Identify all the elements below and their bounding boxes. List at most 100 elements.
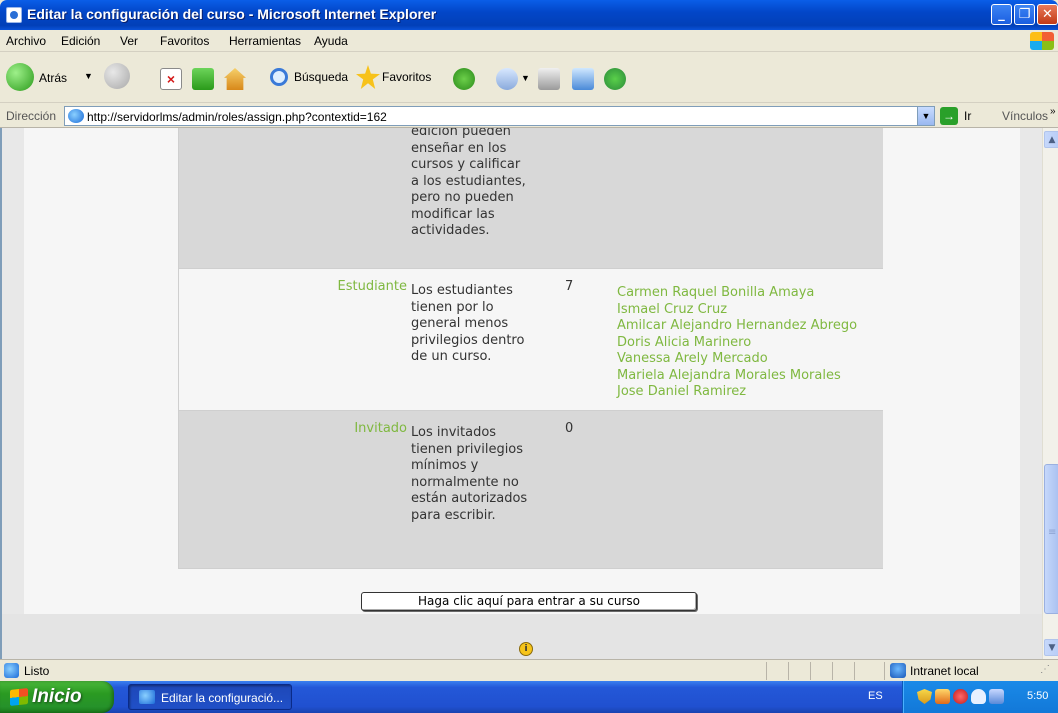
enter-course-button[interactable]: Haga clic aquí para entrar a su curso [361,592,697,611]
address-input[interactable]: http://servidorlms/admin/roles/assign.ph… [64,106,935,126]
taskbar: Inicio Editar la configuració... ES 5:50 [0,681,1058,713]
user-link[interactable]: Carmen Raquel Bonilla Amaya [617,285,857,302]
user-link[interactable]: Doris Alicia Marinero [617,335,857,352]
status-text: Listo [24,664,50,678]
page-icon [68,109,84,123]
edit-icon[interactable] [572,68,594,90]
user-link[interactable]: Ismael Cruz Cruz [617,302,857,319]
status-divider [766,662,767,680]
cloud-icon[interactable] [971,689,986,704]
system-tray: 5:50 [902,681,1058,713]
mail-icon[interactable] [496,68,518,90]
guest-count: 0 [565,421,574,436]
volume-icon[interactable] [989,689,1004,704]
ie-task-icon [139,690,155,704]
table-row-teacher: edición pueden enseñar en los cursos y c… [179,128,883,269]
scroll-thumb[interactable] [1044,464,1058,614]
address-bar: Dirección http://servidorlms/admin/roles… [0,104,1058,128]
go-label: Ir [964,109,972,123]
title-bar[interactable]: Editar la configuración del curso - Micr… [0,0,1058,30]
status-divider [788,662,789,680]
roles-table: edición pueden enseñar en los cursos y c… [178,128,883,569]
status-bar: Listo Intranet local ⋰ [0,659,1058,681]
taskbar-button-label: Editar la configuració... [161,691,284,705]
intranet-zone-icon [890,663,906,678]
favorites-star-icon [356,65,380,89]
page-content: edición pueden enseñar en los cursos y c… [24,128,1020,614]
close-button[interactable]: ✕ [1037,4,1058,25]
network-icon[interactable] [935,689,950,704]
forward-button[interactable] [104,63,132,91]
vertical-scrollbar[interactable]: ▲ ▼ [1042,128,1058,659]
address-dropdown-icon[interactable]: ▼ [917,107,934,125]
student-count: 7 [565,279,574,294]
user-link[interactable]: Mariela Alejandra Morales Morales [617,368,857,385]
menu-ayuda[interactable]: Ayuda [314,34,348,48]
window-title: Editar la configuración del curso - Micr… [27,6,437,22]
scroll-up-icon[interactable]: ▲ [1044,131,1058,148]
user-link[interactable]: Amilcar Alejandro Hernandez Abrego [617,318,857,335]
menu-herramientas[interactable]: Herramientas [229,34,301,48]
user-link[interactable]: Jose Daniel Ramirez [617,384,857,401]
messenger-icon[interactable] [604,68,626,90]
ie-window: Editar la configuración del curso - Micr… [0,0,1058,713]
menu-favoritos[interactable]: Favoritos [160,34,209,48]
back-arrow-icon [6,63,34,91]
forward-arrow-icon [104,63,130,89]
scroll-down-icon[interactable]: ▼ [1044,639,1058,656]
windows-flag-icon [10,688,28,706]
ie-window-icon[interactable] [6,7,22,23]
back-button[interactable]: Atrás ▼ [6,63,93,95]
table-row-guest: Invitado Los invitados tienen privilegio… [179,411,883,569]
status-divider [832,662,833,680]
minimize-button[interactable]: _ [991,4,1012,25]
status-divider [810,662,811,680]
links-label[interactable]: Vínculos [1002,109,1048,123]
address-url[interactable]: http://servidorlms/admin/roles/assign.ph… [87,110,387,124]
taskbar-button-ie[interactable]: Editar la configuració... [128,684,292,710]
stop-icon[interactable]: × [160,68,182,90]
start-label: Inicio [32,686,82,707]
address-label: Dirección [6,109,57,123]
ie-page-icon [4,663,19,678]
page-viewport: edición pueden enseñar en los cursos y c… [0,128,1058,659]
start-button[interactable]: Inicio [0,681,114,713]
clock[interactable]: 5:50 [1027,690,1048,702]
menu-ver[interactable]: Ver [120,34,138,48]
role-name-student[interactable]: Estudiante [338,279,408,294]
security-zone-text: Intranet local [910,664,979,678]
home-icon[interactable] [224,68,246,90]
role-name-guest[interactable]: Invitado [354,421,407,436]
language-indicator[interactable]: ES [868,690,883,702]
search-label: Búsqueda [294,70,349,84]
print-icon[interactable] [538,68,560,90]
menu-bar: Archivo Edición Ver Favoritos Herramient… [0,30,1058,52]
student-description: Los estudiantes tienen por lo general me… [411,283,525,364]
maximize-button[interactable]: ❐ [1014,4,1035,25]
security-shield-icon[interactable] [917,689,932,704]
teacher-description: edición pueden enseñar en los cursos y c… [411,128,526,238]
status-divider [854,662,855,680]
guest-description: Los invitados tienen privilegios mínimos… [411,425,528,523]
search-button[interactable]: Búsqueda [270,68,348,90]
student-user-list: Carmen Raquel Bonilla Amaya Ismael Cruz … [617,285,857,401]
menu-archivo[interactable]: Archivo [6,34,46,48]
help-icon[interactable]: i [519,642,533,656]
favorites-label: Favoritos [382,70,432,84]
history-icon[interactable] [453,68,475,90]
user-link[interactable]: Vanessa Arely Mercado [617,351,857,368]
favorites-button[interactable]: Favoritos [356,65,431,89]
standard-toolbar: Atrás ▼ × Búsqueda Favoritos ▼ [0,53,1058,103]
refresh-icon[interactable] [192,68,214,90]
links-chevron-icon[interactable]: » [1050,106,1056,117]
table-row-student: Estudiante Los estudiantes tienen por lo… [179,269,883,411]
status-divider [884,662,885,680]
antivirus-icon[interactable] [953,689,968,704]
windows-logo-icon [1030,32,1054,50]
menu-edicion[interactable]: Edición [61,34,100,48]
search-icon [270,68,288,86]
mail-dropdown-icon[interactable]: ▼ [521,73,530,83]
back-label: Atrás [39,71,68,85]
back-dropdown-icon[interactable]: ▼ [84,71,93,81]
resize-grip-icon[interactable]: ⋰ [1040,664,1050,675]
